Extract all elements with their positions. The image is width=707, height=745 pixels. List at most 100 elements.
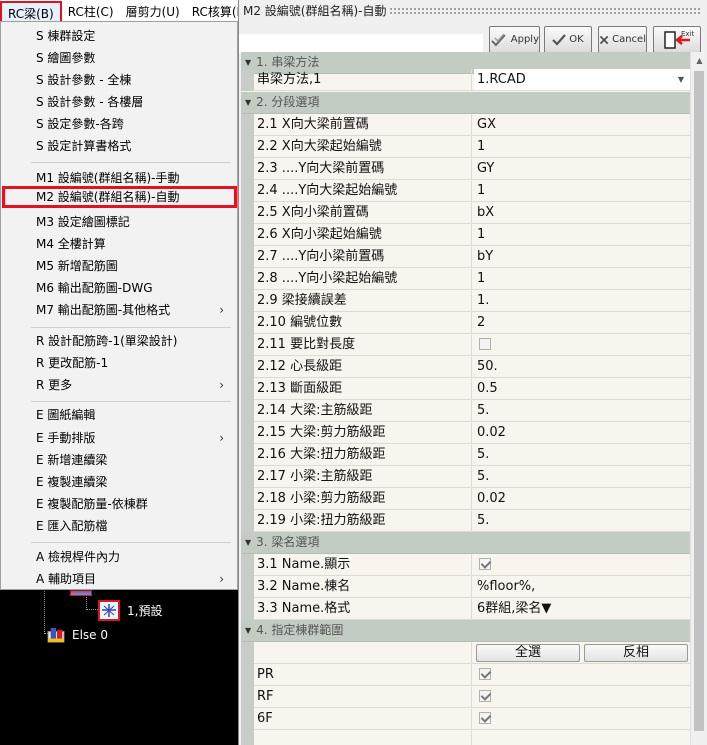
- scrollbar-thumb[interactable]: [694, 71, 704, 731]
- title-grip: [389, 7, 702, 15]
- property-value-field[interactable]: 5.: [474, 444, 690, 465]
- menu-item[interactable]: M5 新增配筋圖: [2, 255, 236, 277]
- property-value-field[interactable]: 1: [474, 268, 690, 289]
- floor-name: PR: [257, 664, 472, 685]
- property-value-cell: [474, 334, 690, 355]
- property-row: [241, 730, 690, 745]
- menu-item[interactable]: S 設定計算書格式: [2, 135, 236, 157]
- compare-length-checkbox[interactable]: [479, 338, 491, 350]
- ok-button[interactable]: OK: [544, 26, 592, 53]
- apply-button[interactable]: Apply: [489, 26, 540, 53]
- property-value-field[interactable]: bY: [474, 246, 690, 267]
- auto-numbering-dialog: M2 設編號(群組名稱)-自動 Apply OK Cancel Exit ▼ 1.…: [238, 0, 707, 745]
- property-name: 2.3 ....Y向大梁前置碼: [257, 158, 472, 179]
- property-value-field[interactable]: 1: [474, 136, 690, 157]
- menu-item[interactable]: R 設計配筋跨-1(單梁設計): [2, 330, 236, 352]
- property-value-field[interactable]: 5.: [474, 466, 690, 487]
- beam-group-icon[interactable]: [70, 590, 92, 596]
- show-name-checkbox[interactable]: [479, 558, 491, 570]
- tree-node-label[interactable]: 1,預設: [127, 602, 162, 619]
- property-value-field[interactable]: 0.02: [474, 488, 690, 509]
- property-row: 6F: [241, 708, 690, 730]
- property-value-field[interactable]: 1: [474, 180, 690, 201]
- menu-item-submenu[interactable]: A 輔助項目 ›: [2, 568, 236, 590]
- menu-item[interactable]: S 棟群設定: [2, 25, 236, 47]
- property-name: 2.7 ....Y向小梁前置碼: [257, 246, 472, 267]
- apply-icon: [491, 33, 506, 46]
- property-row: 2.4 ....Y向大梁起始編號 1: [241, 180, 690, 202]
- floor-checkbox[interactable]: [479, 668, 491, 680]
- category-row[interactable]: ▼ 4. 指定棟群範圍: [241, 620, 690, 642]
- menu-item[interactable]: R 更改配筋-1: [2, 352, 236, 374]
- property-name: 3.1 Name.顯示: [257, 554, 472, 575]
- floor-name: RF: [257, 686, 472, 707]
- property-name: 2.12 心長級距: [257, 356, 472, 377]
- beam-group-icon: [101, 603, 117, 618]
- floor-checkbox[interactable]: [479, 712, 491, 724]
- property-name: 2.14 大梁:主筋級距: [257, 400, 472, 421]
- dialog-title-bar[interactable]: M2 設編號(群組名稱)-自動: [239, 0, 707, 22]
- menu-item[interactable]: E 複製配筋量-依棟群: [2, 493, 236, 515]
- property-row: 2.16 大梁:扭力筋級距 5.: [241, 444, 690, 466]
- property-value-field[interactable]: GX: [474, 114, 690, 135]
- property-value-field[interactable]: GY: [474, 158, 690, 179]
- method-select[interactable]: 1.RCAD ▼: [474, 69, 690, 90]
- name-format-select[interactable]: 6群組,梁名▼: [474, 598, 690, 619]
- building-icon[interactable]: [47, 627, 65, 643]
- property-row: 串梁方法,1 1.RCAD ▼: [241, 69, 690, 91]
- menu-item[interactable]: E 複製連續梁: [2, 471, 236, 493]
- menu-item[interactable]: S 設計參數 - 全棟: [2, 69, 236, 91]
- menu-item[interactable]: S 設定參數-各跨: [2, 113, 236, 135]
- rc-beam-dropdown-menu: S 棟群設定 S 繪圖參數 S 設計參數 - 全棟 S 設計參數 - 各樓層 S…: [0, 21, 238, 590]
- category-label: 3. 梁名選項: [256, 535, 320, 549]
- menu-item-m2-auto-numbering[interactable]: M2 設編號(群組名稱)-自動: [2, 186, 237, 208]
- menu-item[interactable]: M3 設定繪圖標記: [2, 211, 236, 233]
- menu-item[interactable]: M6 輸出配筋圖-DWG: [2, 277, 236, 299]
- menu-item[interactable]: A 檢視桿件內力: [2, 546, 236, 568]
- collapse-icon: ▼: [245, 98, 252, 107]
- property-value-field[interactable]: 1: [474, 224, 690, 245]
- dropdown-arrow-icon[interactable]: ▼: [674, 72, 688, 87]
- tree-connector: [86, 609, 98, 610]
- property-value-field[interactable]: 0.02: [474, 422, 690, 443]
- category-row[interactable]: ▼ 2. 分段選項: [241, 92, 690, 114]
- property-row: PR: [241, 664, 690, 686]
- exit-button[interactable]: Exit: [653, 26, 701, 53]
- ok-button-label: OK: [569, 34, 584, 45]
- invert-selection-button[interactable]: 反相: [584, 644, 688, 662]
- property-name: 2.15 大梁:剪力筋級距: [257, 422, 472, 443]
- menu-item-submenu[interactable]: R 更多 ›: [2, 374, 236, 396]
- property-name: 2.16 大梁:扭力筋級距: [257, 444, 472, 465]
- menu-item[interactable]: E 匯入配筋檔: [2, 515, 236, 537]
- property-value-field[interactable]: 2: [474, 312, 690, 333]
- property-value-field[interactable]: 5.: [474, 510, 690, 531]
- property-value-field[interactable]: 50.: [474, 356, 690, 377]
- property-value-field[interactable]: 0.5: [474, 378, 690, 399]
- property-row: 2.12 心長級距 50.: [241, 356, 690, 378]
- menu-item[interactable]: E 新增連續梁: [2, 449, 236, 471]
- method-value: 1.RCAD: [477, 72, 526, 87]
- menu-item[interactable]: E 圖紙編輯: [2, 404, 236, 426]
- property-name: 2.17 小梁:主筋級距: [257, 466, 472, 487]
- property-value-field[interactable]: 1.: [474, 290, 690, 311]
- menu-item[interactable]: S 設計參數 - 各樓層: [2, 91, 236, 113]
- property-row: 3.3 Name.格式 6群組,梁名▼: [241, 598, 690, 620]
- select-all-button[interactable]: 全選: [476, 644, 580, 662]
- cancel-button[interactable]: Cancel: [598, 26, 647, 53]
- scroll-up-icon[interactable]: ▲: [691, 52, 707, 69]
- property-name: 2.19 小梁:扭力筋級距: [257, 510, 472, 531]
- vertical-scrollbar[interactable]: ▲: [690, 52, 707, 745]
- tree-node-label[interactable]: Else 0: [72, 628, 108, 642]
- property-value-field[interactable]: bX: [474, 202, 690, 223]
- dropdown-arrow-icon[interactable]: ▼: [541, 601, 551, 616]
- property-value-cell: [474, 664, 690, 685]
- menu-item[interactable]: S 繪圖參數: [2, 47, 236, 69]
- menu-item[interactable]: M4 全樓計算: [2, 233, 236, 255]
- property-value-field[interactable]: 5.: [474, 400, 690, 421]
- tree-node-default[interactable]: [98, 600, 120, 621]
- category-row[interactable]: ▼ 3. 梁名選項: [241, 532, 690, 554]
- property-value-field[interactable]: %floor%,: [474, 576, 690, 597]
- menu-item-submenu[interactable]: E 手動排版 ›: [2, 427, 236, 449]
- floor-checkbox[interactable]: [479, 690, 491, 702]
- menu-item-submenu[interactable]: M7 輸出配筋圖-其他格式 ›: [2, 299, 236, 321]
